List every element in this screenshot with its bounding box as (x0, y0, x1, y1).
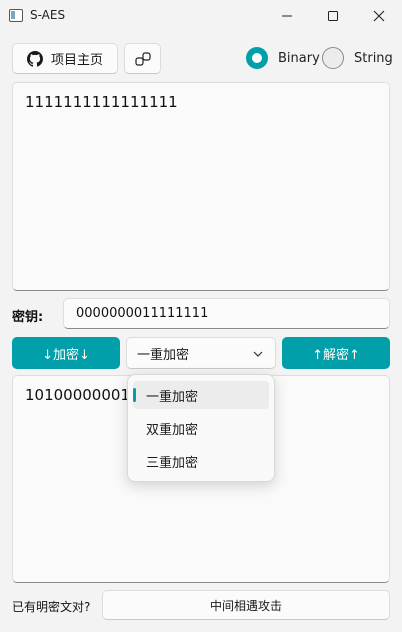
menu-item-single[interactable]: 一重加密 (133, 381, 269, 409)
output-text: 1010000000101 (25, 386, 137, 404)
encryption-mode-combo[interactable]: 一重加密 (126, 337, 276, 369)
maximize-icon (328, 11, 338, 21)
link-icon (134, 51, 151, 66)
minimize-button[interactable] (264, 0, 310, 32)
link-button[interactable] (124, 43, 161, 74)
input-textarea[interactable]: 1111111111111111 (12, 82, 390, 291)
key-label: 密钥: (12, 310, 44, 325)
menu-item-triple[interactable]: 三重加密 (133, 447, 269, 475)
meet-in-the-middle-button[interactable]: 中间相遇攻击 (102, 590, 390, 620)
decrypt-button[interactable]: ↑解密↑ (282, 337, 390, 369)
chevron-down-icon (253, 351, 263, 357)
app-window-icon (9, 9, 23, 22)
encrypt-button[interactable]: ↓加密↓ (12, 337, 120, 369)
maximize-button[interactable] (310, 0, 356, 32)
project-home-button[interactable]: 项目主页 (12, 43, 118, 74)
string-radio[interactable] (322, 47, 344, 69)
close-icon (373, 10, 385, 22)
github-icon (26, 50, 43, 67)
key-input[interactable]: 0000000011111111 (63, 298, 390, 329)
window-title: S-AES (30, 8, 66, 22)
project-home-label: 项目主页 (50, 53, 103, 68)
minimize-icon (282, 15, 292, 17)
binary-radio[interactable] (246, 47, 268, 69)
title-bar: S-AES (0, 0, 402, 32)
string-label: String (354, 51, 393, 66)
menu-item-double[interactable]: 双重加密 (133, 414, 269, 442)
encryption-mode-value: 一重加密 (137, 347, 190, 363)
pair-question-label: 已有明密文对? (12, 600, 91, 614)
binary-label: Binary (278, 51, 320, 66)
encryption-mode-menu: 一重加密 双重加密 三重加密 (127, 374, 275, 482)
close-button[interactable] (356, 0, 402, 32)
